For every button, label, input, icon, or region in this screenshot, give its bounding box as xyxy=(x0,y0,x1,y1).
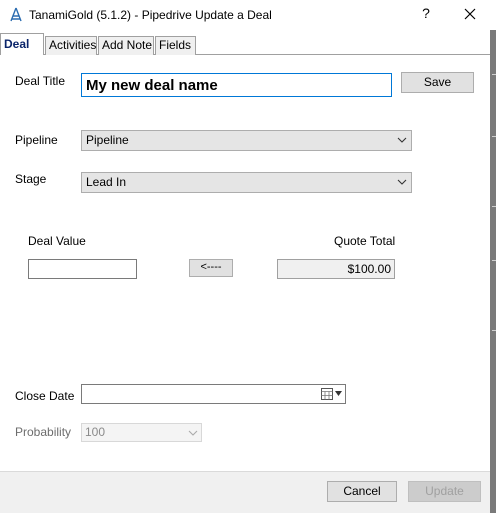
cancel-button[interactable]: Cancel xyxy=(327,481,397,502)
quote-total-value: $100.00 xyxy=(277,259,395,279)
copy-quote-total-button[interactable]: <---- xyxy=(189,259,233,277)
tab-activities[interactable]: Activities xyxy=(45,36,97,55)
stage-select[interactable]: Lead In xyxy=(81,172,412,193)
close-date-label: Close Date xyxy=(15,389,75,403)
stage-value: Lead In xyxy=(86,175,127,189)
probability-value: 100 xyxy=(85,425,106,439)
quote-total-label: Quote Total xyxy=(334,234,396,248)
chevron-down-icon xyxy=(397,137,407,143)
dropdown-arrow-icon[interactable] xyxy=(335,391,342,396)
update-button: Update xyxy=(408,481,481,502)
probability-label: Probability xyxy=(15,425,72,439)
chevron-down-icon xyxy=(188,430,198,436)
chevron-down-icon xyxy=(397,179,407,185)
window-edge xyxy=(490,30,496,513)
help-button[interactable]: ? xyxy=(418,5,434,23)
save-button[interactable]: Save xyxy=(401,72,474,93)
tab-fields[interactable]: Fields xyxy=(155,36,196,55)
pipeline-select[interactable]: Pipeline xyxy=(81,130,412,151)
pipeline-value: Pipeline xyxy=(86,133,129,147)
app-logo-icon xyxy=(9,7,23,22)
deal-value-input[interactable] xyxy=(28,259,137,279)
stage-label: Stage xyxy=(15,172,47,186)
probability-select: 100 xyxy=(81,423,202,442)
deal-value-label: Deal Value xyxy=(28,234,86,248)
close-icon[interactable] xyxy=(460,4,480,24)
deal-title-input[interactable] xyxy=(81,73,392,97)
tab-add-note[interactable]: Add Note xyxy=(98,36,154,55)
title-bar: TanamiGold (5.1.2) - Pipedrive Update a … xyxy=(0,0,496,30)
pipeline-label: Pipeline xyxy=(15,133,58,147)
deal-title-label: Deal Title xyxy=(15,74,66,88)
tab-deal[interactable]: Deal xyxy=(0,33,44,55)
calendar-icon[interactable] xyxy=(321,388,333,400)
close-date-picker[interactable] xyxy=(81,384,346,404)
window-title: TanamiGold (5.1.2) - Pipedrive Update a … xyxy=(29,8,272,22)
